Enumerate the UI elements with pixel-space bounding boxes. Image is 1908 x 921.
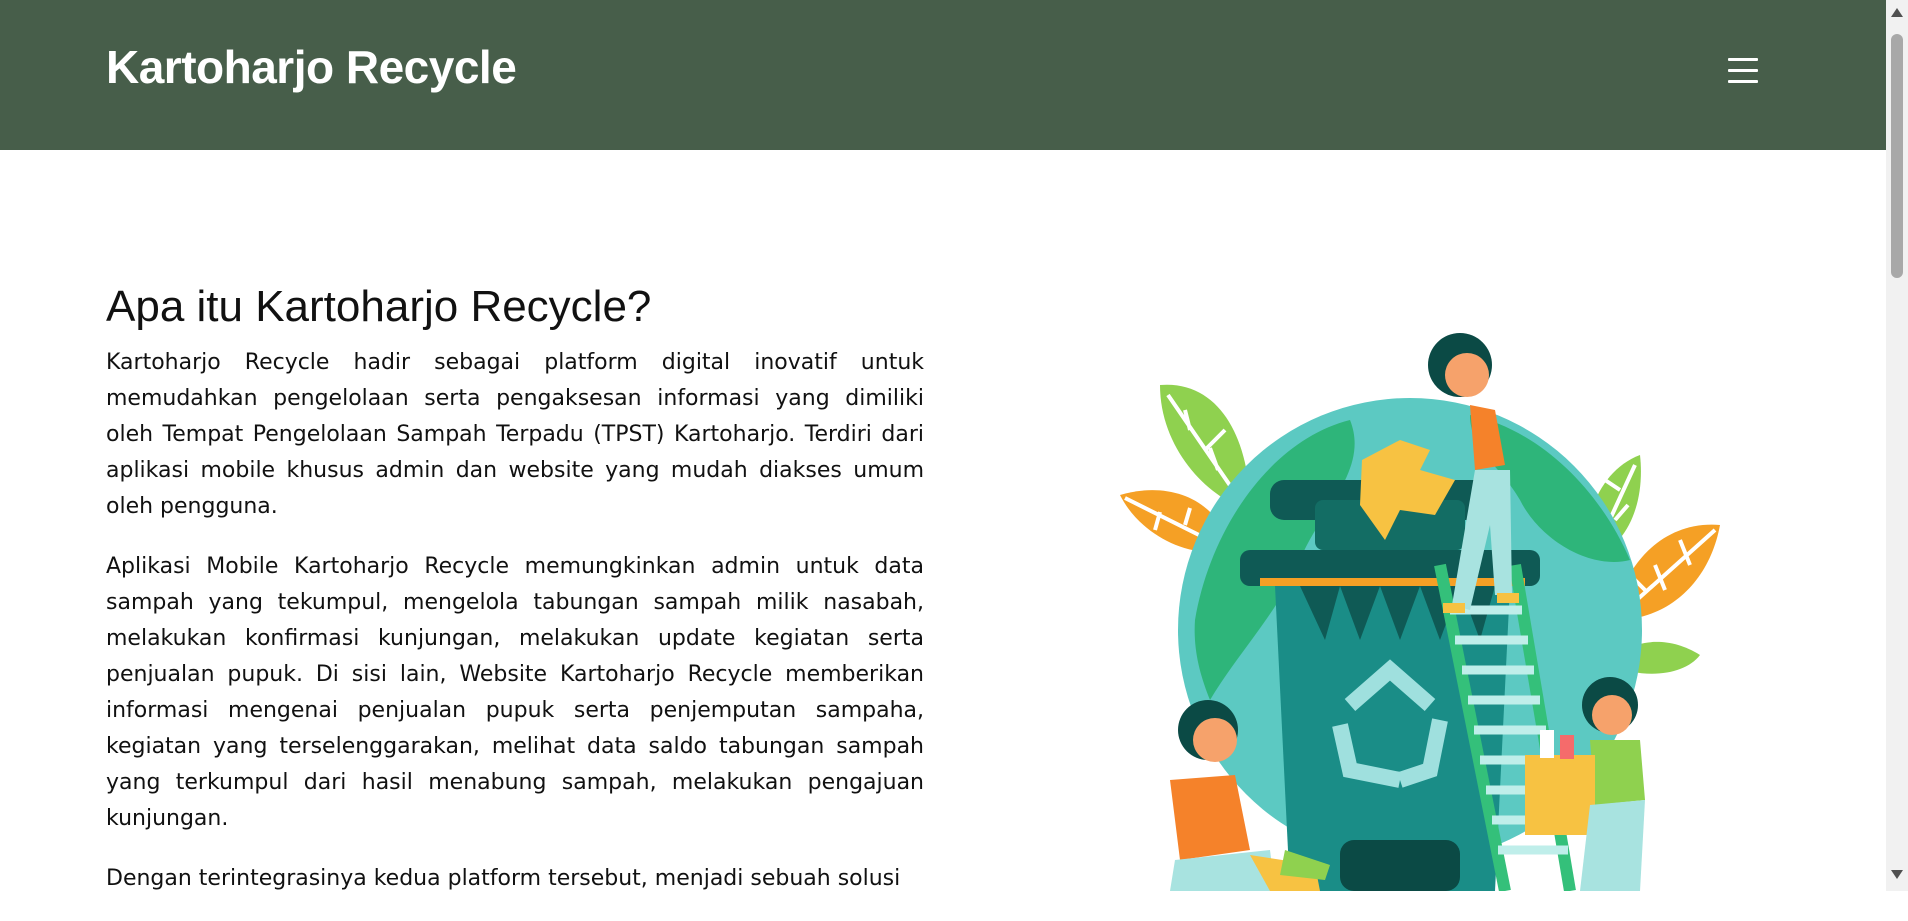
scrollbar[interactable] — [1886, 0, 1908, 891]
about-text: Kartoharjo Recycle hadir sebagai platfor… — [106, 345, 924, 921]
hamburger-menu-icon[interactable] — [1726, 56, 1760, 86]
recycling-illustration — [1120, 333, 1720, 891]
scroll-up-icon[interactable] — [1891, 8, 1903, 17]
paragraph-3: Dengan terintegrasinya kedua platform te… — [106, 866, 901, 891]
scroll-thumb[interactable] — [1891, 34, 1903, 278]
paragraph-2: Aplikasi Mobile Kartoharjo Recycle memun… — [106, 554, 924, 831]
scroll-down-icon[interactable] — [1891, 870, 1903, 879]
section-title: Apa itu Kartoharjo Recycle? — [106, 282, 652, 331]
brand-title[interactable]: Kartoharjo Recycle — [106, 40, 517, 94]
navbar: Kartoharjo Recycle — [0, 0, 1886, 150]
paragraph-1: Kartoharjo Recycle hadir sebagai platfor… — [106, 350, 924, 519]
